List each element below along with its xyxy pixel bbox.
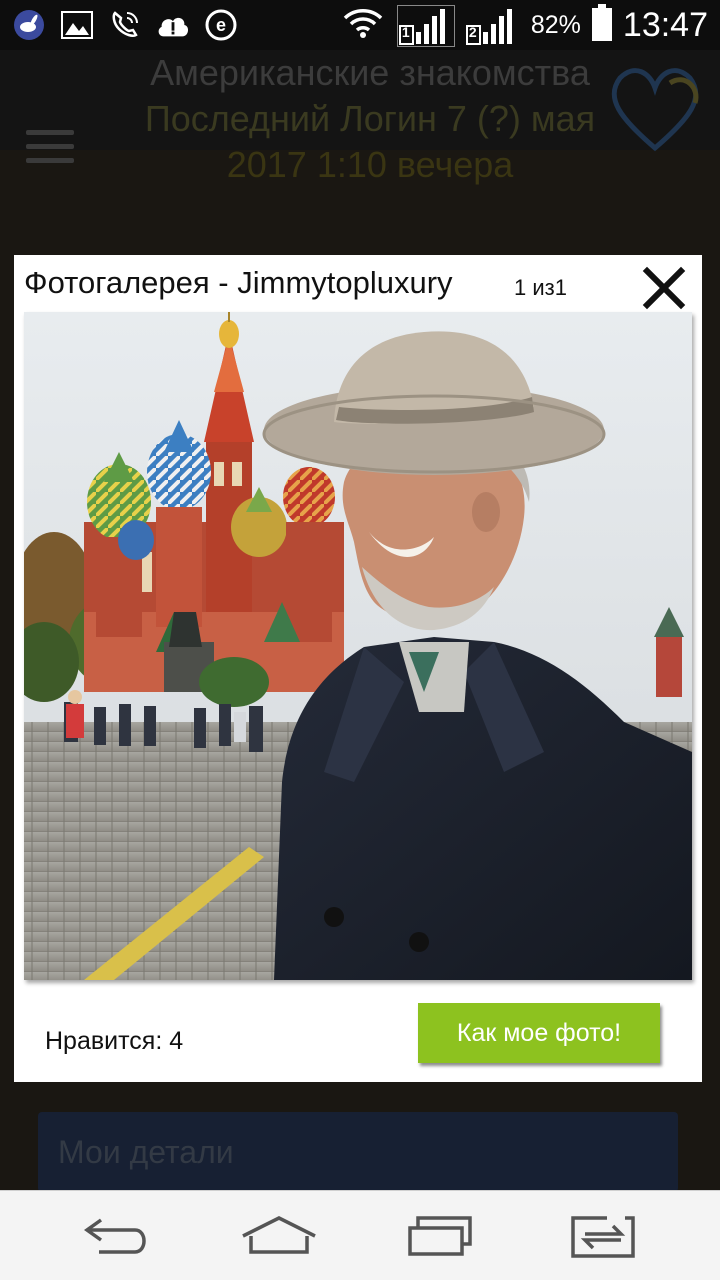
gallery-title: Фотогалерея - Jimmytopluxury [24,265,453,300]
recent-apps-icon [408,1216,472,1256]
navigation-bar [0,1190,720,1280]
home-icon [242,1216,316,1254]
home-button[interactable] [234,1209,324,1263]
wifi-call-icon [108,8,142,42]
battery-percent: 82% [530,11,581,39]
e-app-icon: e [204,8,238,42]
svg-text:e: e [216,15,226,35]
rabbit-app-icon [12,8,46,42]
sim1-label: 1 [401,23,410,40]
close-icon [642,266,686,310]
notification-icons: e [12,8,238,42]
sim2-label: 2 [468,23,477,40]
cloud-alert-icon [156,8,190,42]
close-button[interactable] [639,263,689,313]
status-bar: e 1 2 82% 13:47 [0,0,720,50]
my-details-label: Мои детали [58,1134,234,1170]
dual-window-button[interactable] [558,1209,648,1263]
photo-counter: 1 из1 [514,275,567,300]
back-button[interactable] [72,1209,162,1263]
likes-count: Нравится: 4 [45,1027,184,1055]
photo-gallery-dialog: Фотогалерея - Jimmytopluxury 1 из1 Нрави… [14,255,702,1082]
recent-apps-button[interactable] [395,1209,485,1263]
signal-sim1-icon: 1 [396,4,455,47]
clock: 13:47 [622,6,708,44]
back-icon [83,1218,146,1254]
my-details-button[interactable]: Мои детали [38,1112,678,1190]
battery-icon [591,4,613,47]
signal-sim2-icon: 2 [465,6,521,46]
wifi-icon [343,7,383,44]
dual-window-icon [571,1216,635,1258]
hamburger-menu-icon[interactable] [26,130,74,166]
image-icon [60,8,94,42]
system-status: 1 2 82% 13:47 [343,4,708,47]
logo-heart-icon [600,58,710,158]
like-photo-button[interactable]: Как мое фото! [418,1003,660,1063]
gallery-photo[interactable] [24,312,692,980]
